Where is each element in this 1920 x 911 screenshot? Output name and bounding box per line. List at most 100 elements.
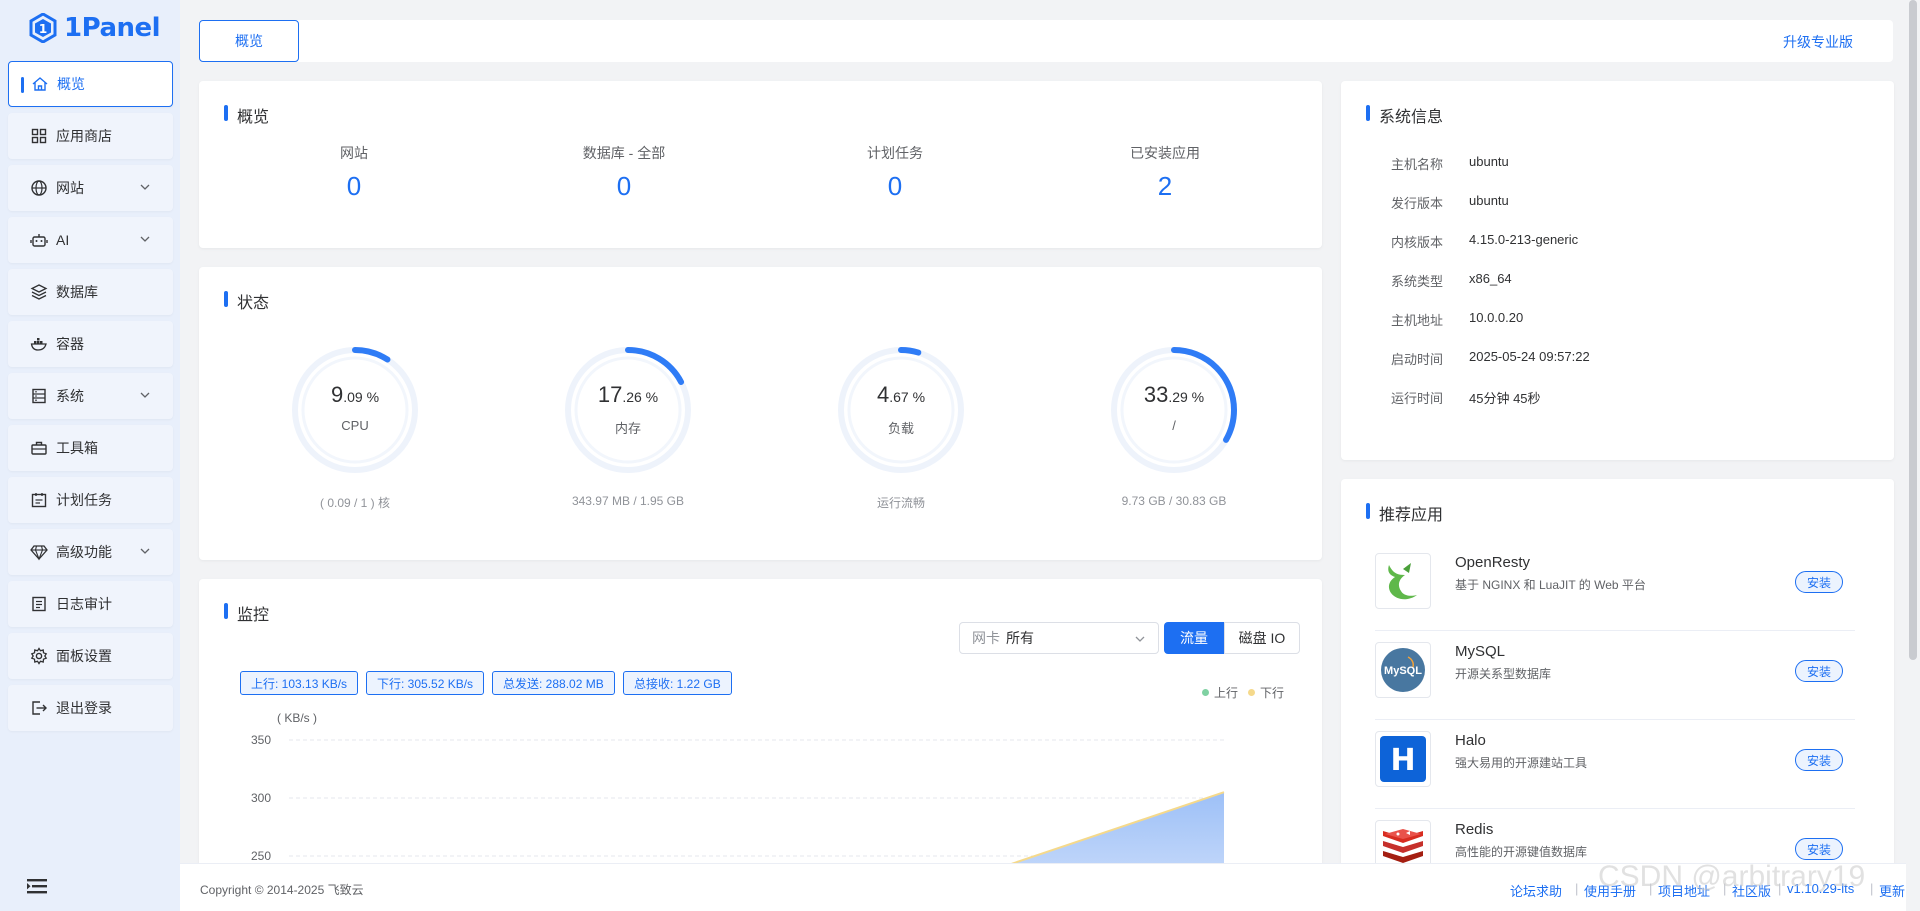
sidebar-item[interactable]: 容器	[8, 321, 173, 367]
stat-value[interactable]: 0	[254, 171, 454, 202]
chevron-down-icon[interactable]	[139, 233, 151, 245]
stat-value[interactable]: 2	[1065, 171, 1265, 202]
install-button[interactable]: 安装	[1795, 838, 1843, 860]
app-list-item[interactable]: MySQL MySQL 开源关系型数据库 安装	[1375, 631, 1855, 720]
container-icon	[30, 335, 48, 353]
app-name[interactable]: Redis	[1455, 821, 1493, 838]
gauge-value: 4.67 %	[833, 382, 969, 408]
sidebar-item[interactable]: 应用商店	[8, 113, 173, 159]
install-button[interactable]: 安装	[1795, 571, 1843, 593]
gauge-ring	[838, 347, 964, 473]
y-tick-label: 250	[251, 849, 271, 863]
sidebar-item[interactable]: 计划任务	[8, 477, 173, 523]
system-info-key: 内核版本	[1391, 235, 1444, 250]
sidebar-item[interactable]: 高级功能	[8, 529, 173, 575]
globe-icon	[30, 179, 48, 197]
system-info-value: 45分钟 45秒	[1469, 391, 1541, 406]
logo[interactable]: 1 1Panel	[28, 10, 161, 46]
mysql-icon[interactable]: MySQL	[1375, 642, 1431, 698]
chevron-down-icon	[1135, 636, 1145, 642]
svg-text:1: 1	[39, 22, 47, 36]
collapse-menu-icon[interactable]	[26, 876, 48, 896]
disk-io-button[interactable]: 磁盘 IO	[1224, 622, 1300, 654]
app-description: 高性能的开源键值数据库	[1455, 845, 1588, 859]
system-info-row: 主机名称 ubuntu	[1391, 154, 1509, 173]
stat-value[interactable]: 0	[524, 171, 724, 202]
gauge-value: 17.26 %	[560, 382, 696, 408]
stat-websites[interactable]: 网站 0	[254, 143, 454, 202]
app-list-item[interactable]: OpenResty 基于 NGINX 和 LuaJIT 的 Web 平台 安装	[1375, 542, 1855, 631]
traffic-button[interactable]: 流量	[1164, 622, 1224, 654]
app-list-item[interactable]: H Halo 强大易用的开源建站工具 安装	[1375, 720, 1855, 809]
top-bar: 概览 升级专业版	[199, 20, 1893, 62]
gauge-value: 33.29 %	[1106, 382, 1242, 408]
sidebar-item[interactable]: 退出登录	[8, 685, 173, 731]
system-info-row: 内核版本 4.15.0-213-generic	[1391, 232, 1578, 251]
sidebar-item[interactable]: 概览	[8, 61, 173, 107]
gauge-value-dec: .67 %	[889, 389, 926, 405]
gauge-value-int: 17	[597, 382, 623, 407]
gauge: 17.26 % 内存 343.97 MB / 1.95 GB	[560, 342, 696, 508]
sidebar-item[interactable]: 系统	[8, 373, 173, 419]
sidebar-item[interactable]: 日志审计	[8, 581, 173, 627]
sidebar-item[interactable]: AI	[8, 217, 173, 263]
gauge: 33.29 % / 9.73 GB / 30.83 GB	[1106, 342, 1242, 508]
logo-text: 1Panel	[64, 13, 161, 43]
y-tick-label: 300	[251, 791, 271, 805]
gauge: 4.67 % 负载 运行流畅	[833, 342, 969, 511]
stat-label: 数据库 - 全部	[582, 145, 666, 161]
gauge-value-int: 33	[1143, 382, 1169, 407]
calendar-icon	[30, 491, 48, 509]
openresty-icon[interactable]	[1375, 553, 1431, 609]
nic-select[interactable]: 网卡 所有	[959, 622, 1159, 654]
recommended-apps-title: 推荐应用	[1366, 501, 1443, 525]
legend-upload[interactable]: 上行	[1202, 684, 1238, 701]
monitor-card: ( KB/s )350300250200 监控 网卡 所有 流量 磁盘 IO 上…	[199, 579, 1322, 911]
diamond-icon	[30, 543, 48, 561]
stat-databases[interactable]: 数据库 - 全部 0	[524, 143, 724, 202]
sidebar-item[interactable]: 面板设置	[8, 633, 173, 679]
chevron-down-icon[interactable]	[139, 181, 151, 193]
stat-cronjobs[interactable]: 计划任务 0	[795, 143, 995, 202]
stat-installed-apps[interactable]: 已安装应用 2	[1065, 143, 1265, 202]
halo-icon[interactable]: H	[1375, 731, 1431, 787]
app-name[interactable]: OpenResty	[1455, 554, 1530, 571]
sidebar-item-label: 概览	[57, 76, 85, 92]
gauge-inner-ring	[847, 356, 955, 464]
chevron-down-icon[interactable]	[139, 389, 151, 401]
install-button[interactable]: 安装	[1795, 660, 1843, 682]
sidebar-item[interactable]: 网站	[8, 165, 173, 211]
sidebar-item[interactable]: 数据库	[8, 269, 173, 315]
scrollbar[interactable]	[1906, 0, 1920, 911]
install-button[interactable]: 安装	[1795, 749, 1843, 771]
logo-icon: 1	[29, 13, 57, 43]
home-icon	[31, 75, 49, 93]
legend-upload-label: 上行	[1214, 686, 1239, 700]
system-info-value: 10.0.0.20	[1469, 310, 1524, 325]
halo-icon-text: H	[1390, 743, 1415, 778]
footer-separator: |	[1870, 881, 1874, 896]
gauge-inner-ring	[1120, 356, 1228, 464]
app-name[interactable]: MySQL	[1455, 643, 1505, 660]
system-info-key: 运行时间	[1391, 391, 1444, 406]
upgrade-pro-link[interactable]: 升级专业版	[1783, 32, 1853, 52]
chevron-down-icon[interactable]	[139, 545, 151, 557]
app-description: 强大易用的开源建站工具	[1455, 756, 1588, 770]
scrollbar-thumb[interactable]	[1909, 0, 1917, 660]
stat-value[interactable]: 0	[795, 171, 995, 202]
system-info-key: 系统类型	[1391, 274, 1444, 289]
tab-overview[interactable]: 概览	[199, 20, 299, 62]
legend-download[interactable]: 下行	[1248, 684, 1284, 701]
system-info-card: 系统信息 主机名称 ubuntu 发行版本 ubuntu 内核版本 4.15.0-213-…	[1341, 81, 1894, 460]
footer-link-update[interactable]: 更新	[1879, 881, 1905, 900]
gauge-ring	[292, 347, 418, 473]
system-info-row: 发行版本 ubuntu	[1391, 193, 1509, 212]
sidebar-item[interactable]: 工具箱	[8, 425, 173, 471]
nic-select-value: 所有	[1006, 630, 1034, 646]
toolbox-icon	[30, 439, 48, 457]
sidebar-item-label: 数据库	[56, 284, 98, 300]
footer-link-forum[interactable]: 论坛求助	[1510, 881, 1562, 900]
stat-label: 网站	[340, 145, 368, 161]
sidebar: 1 1Panel 概览应用商店网站 AI 数据库容器系统工具箱计划任务高级功能日志审…	[0, 0, 180, 911]
app-name[interactable]: Halo	[1455, 732, 1486, 749]
